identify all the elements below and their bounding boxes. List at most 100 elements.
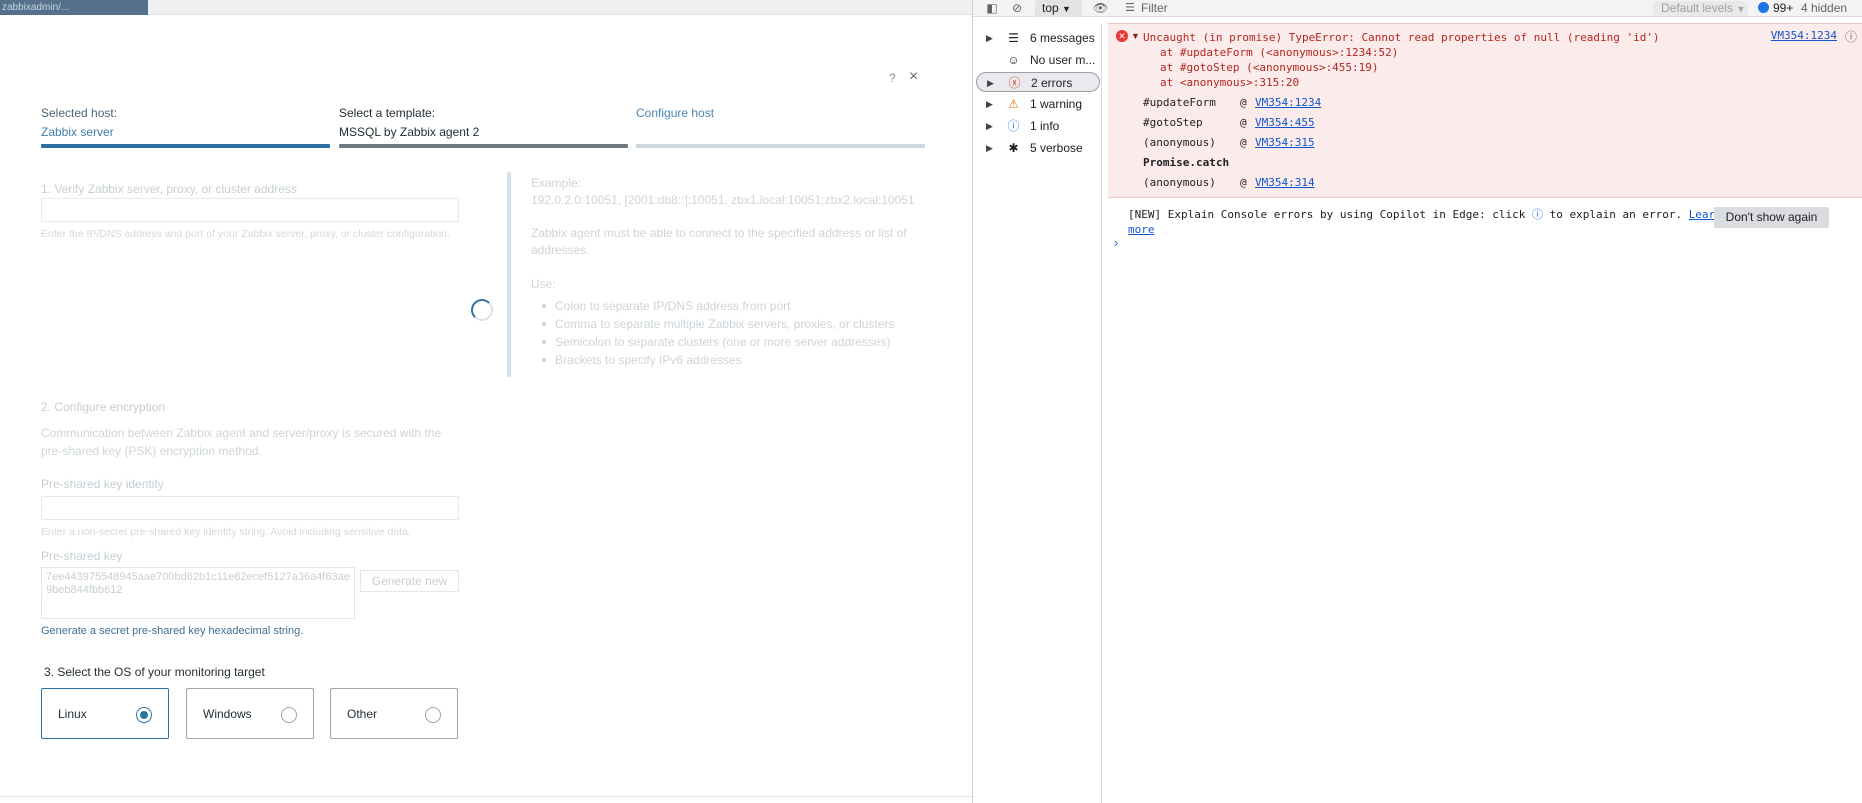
step-progress-bar	[339, 144, 628, 148]
log-levels-dropdown[interactable]: Default levels ▼	[1653, 1, 1748, 16]
context-selector[interactable]: top ▼	[1035, 0, 1082, 17]
at-symbol: @	[1240, 116, 1247, 129]
help-icon[interactable]: ?	[889, 71, 896, 85]
issues-count: 99+	[1773, 1, 1794, 15]
sidebar-item-errors[interactable]: ▶ ⓧ 2 errors	[976, 72, 1100, 92]
copilot-text-2: to explain an error.	[1549, 208, 1683, 221]
step-label: Selected host:	[41, 106, 118, 120]
use-item: Colon to separate IP/DNS address from po…	[531, 297, 927, 315]
console-sidebar: ▶ ☰ 6 messages ☺ No user m... ▶ ⓧ 2 erro…	[973, 23, 1102, 803]
step-select-host[interactable]: Selected host: Zabbix server	[41, 106, 330, 148]
trace-line: at #gotoStep (<anonymous>:455:19)	[1160, 61, 1379, 74]
step-value: MSSQL by Zabbix agent 2	[339, 125, 480, 139]
sidebar-item-verbose[interactable]: ▶ ✱ 5 verbose	[976, 138, 1100, 158]
console-prompt-icon[interactable]: ›	[1114, 235, 1118, 250]
list-icon: ☰	[1008, 31, 1019, 45]
generate-new-button[interactable]: Generate new	[360, 570, 459, 592]
os-option-windows[interactable]: Windows	[186, 688, 314, 739]
hidden-count: 4 hidden	[1801, 1, 1848, 15]
os-option-linux[interactable]: Linux	[41, 688, 169, 739]
radio-icon[interactable]	[425, 707, 441, 723]
divider	[0, 796, 972, 797]
sidebar-item-label: 6 messages	[1030, 31, 1095, 45]
use-item: Semicolon to separate clusters (one or m…	[531, 333, 927, 351]
live-expression-eye-icon[interactable]: 👁	[1093, 2, 1108, 15]
step-configure-host[interactable]: Configure host	[636, 106, 925, 148]
section1-title: 1. Verify Zabbix server, proxy, or clust…	[41, 182, 297, 196]
stack-fn: #gotoStep	[1143, 116, 1203, 129]
expand-arrow-icon[interactable]: ▶	[986, 28, 993, 48]
issues-icon	[1758, 2, 1769, 13]
error-text: Uncaught (in promise) TypeError: Cannot …	[1143, 31, 1660, 44]
sidebar-item-warnings[interactable]: ▶ ⚠ 1 warning	[976, 94, 1100, 114]
expand-arrow-icon[interactable]: ▶	[986, 94, 993, 114]
sidebar-item-info[interactable]: ▶ ⓘ 1 info	[976, 116, 1100, 136]
expand-arrow-icon[interactable]: ▶	[986, 116, 993, 136]
stack-fn: (anonymous)	[1143, 176, 1216, 189]
sidebar-item-messages[interactable]: ▶ ☰ 6 messages	[976, 28, 1100, 48]
server-address-input[interactable]	[41, 198, 459, 222]
os-option-label: Windows	[203, 707, 252, 721]
psk-identity-label: Pre-shared key identity	[41, 477, 164, 491]
dont-show-again-button[interactable]: Don't show again	[1714, 207, 1829, 228]
stack-link[interactable]: VM354:455	[1255, 116, 1315, 129]
section3-title: 3. Select the OS of your monitoring targ…	[44, 665, 265, 679]
psk-textarea[interactable]: 7ee443975548945aae700bd62b1c11e82ecef512…	[41, 567, 355, 619]
psk-identity-input[interactable]	[41, 496, 459, 520]
stack-fn: (anonymous)	[1143, 136, 1216, 149]
clear-console-icon[interactable]: ⊘	[1010, 2, 1024, 15]
context-label: top	[1042, 1, 1059, 15]
use-label: Use:	[531, 277, 556, 291]
warning-icon: ⚠	[1008, 97, 1019, 111]
step-select-template[interactable]: Select a template: MSSQL by Zabbix agent…	[339, 106, 628, 148]
os-option-label: Other	[347, 707, 378, 721]
filter-placeholder: Filter	[1141, 1, 1168, 15]
levels-label: Default levels	[1661, 1, 1734, 15]
collapse-arrow-icon[interactable]: ▼	[1131, 31, 1140, 41]
error-icon: ✕	[1116, 30, 1128, 42]
step-progress-bar	[41, 144, 330, 148]
expand-arrow-icon[interactable]: ▶	[986, 138, 993, 158]
sidebar-item-label: 1 info	[1030, 119, 1060, 133]
close-icon[interactable]: ×	[909, 68, 918, 86]
info-icon: ⓘ	[1007, 119, 1020, 133]
copilot-text: [NEW] Explain Console errors by using Co…	[1128, 208, 1526, 221]
error-icon: ⓧ	[1008, 76, 1021, 90]
promise-catch-label: Promise.catch	[1143, 156, 1230, 169]
wizard-steps: Selected host: Zabbix server Select a te…	[41, 106, 925, 151]
stack-link[interactable]: VM354:315	[1255, 136, 1315, 149]
expand-arrow-icon[interactable]: ▶	[987, 73, 994, 93]
copilot-icon: ⓘ	[1531, 208, 1543, 221]
section2-title: 2. Configure encryption	[41, 400, 166, 414]
os-option-other[interactable]: Other	[330, 688, 458, 739]
generate-psk-link[interactable]: Generate a secret pre-shared key hexadec…	[41, 625, 303, 637]
at-symbol: @	[1240, 176, 1247, 189]
chevron-down-icon: ▼	[1062, 4, 1071, 14]
devtools-panel: ◧ ⊘ top ▼ 👁 ☰ Filter Default levels ▼ 99+…	[972, 0, 1862, 803]
use-item: Brackets to specify IPv6 addresses	[531, 351, 927, 369]
stack-link[interactable]: VM354:314	[1255, 176, 1315, 189]
sidebar-item-user-messages[interactable]: ☺ No user m...	[976, 50, 1100, 70]
radio-icon[interactable]	[281, 707, 297, 723]
chevron-down-icon: ▼	[1736, 4, 1746, 14]
sidebar-item-label: 5 verbose	[1030, 141, 1083, 155]
os-option-label: Linux	[58, 707, 87, 721]
address-help-panel: Example: 192.0.2.0:10051, [2001:db8::]:1…	[507, 172, 927, 377]
trace-line: at <anonymous>:315:20	[1160, 76, 1300, 89]
sidebar-toggle-icon[interactable]: ◧	[985, 2, 999, 15]
filter-input[interactable]: ☰ Filter	[1119, 1, 1630, 16]
stack-fn: #updateForm	[1143, 96, 1216, 109]
radio-selected-icon[interactable]	[136, 707, 152, 723]
error-message: ✕ ▼ Uncaught (in promise) TypeError: Can…	[1108, 23, 1862, 198]
example-label: Example:	[531, 176, 582, 190]
error-source-link[interactable]: VM354:1234	[1771, 29, 1837, 42]
stack-link[interactable]: VM354:1234	[1255, 96, 1321, 109]
user-icon: ☺	[1007, 53, 1020, 67]
page-tab[interactable]: zabbixadmin/...	[0, 0, 148, 15]
use-list: Colon to separate IP/DNS address from po…	[531, 297, 927, 369]
bug-icon: ✱	[1008, 141, 1019, 155]
copilot-explain-icon[interactable]: ⓘ	[1845, 28, 1857, 45]
sidebar-item-label: No user m...	[1030, 53, 1096, 67]
psk-label: Pre-shared key	[41, 549, 123, 563]
issues-counter[interactable]: 99+	[1758, 1, 1793, 16]
